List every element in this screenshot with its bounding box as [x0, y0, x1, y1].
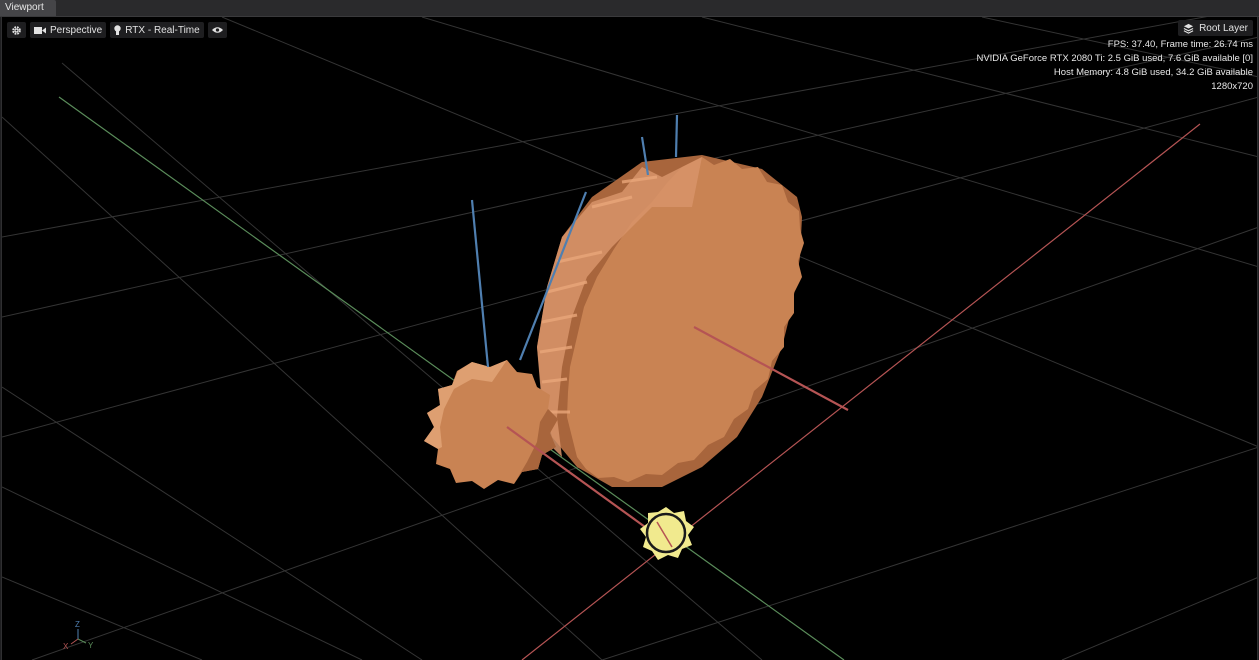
tab-bar: Viewport	[0, 0, 1259, 17]
fps-readout: FPS: 37.40, Frame time: 26.74 ms	[1107, 39, 1253, 50]
layers-icon	[1183, 23, 1194, 34]
root-layer-label: Root Layer	[1199, 22, 1248, 34]
renderer-button[interactable]: RTX - Real-Time	[110, 22, 204, 38]
tab-viewport[interactable]: Viewport	[0, 0, 56, 16]
scene-render: Z X Y	[2, 17, 1257, 660]
axis-orientation-gizmo: Z X Y	[63, 620, 94, 651]
camera-label: Perspective	[50, 24, 103, 36]
renderer-label: RTX - Real-Time	[125, 24, 200, 36]
root-layer-button[interactable]: Root Layer	[1178, 20, 1253, 36]
viewport-toolbar: Perspective RTX - Real-Time	[7, 22, 227, 38]
render-stats: FPS: 37.40, Frame time: 26.74 ms NVIDIA …	[976, 38, 1253, 94]
axis-label-z: Z	[75, 620, 80, 629]
light-gizmo-icon	[640, 507, 694, 560]
large-gear	[537, 155, 804, 487]
small-gear	[424, 360, 558, 489]
axis-label-y: Y	[88, 641, 94, 650]
axis-label-x: X	[63, 642, 69, 651]
gear-icon	[12, 25, 21, 35]
lightbulb-icon	[114, 24, 121, 35]
settings-button[interactable]	[7, 22, 26, 38]
gpu-memory-readout: NVIDIA GeForce RTX 2080 Ti: 2.5 GiB used…	[976, 53, 1253, 64]
host-memory-readout: Host Memory: 4.8 GiB used, 34.2 GiB avai…	[1053, 67, 1253, 78]
visibility-button[interactable]	[207, 22, 227, 38]
video-camera-icon	[34, 26, 46, 34]
eye-icon	[211, 27, 223, 33]
resolution-readout: 1280x720	[1211, 81, 1253, 92]
viewport-canvas[interactable]: Z X Y Perspective RTX - Real-Time Root L…	[1, 17, 1258, 660]
camera-button[interactable]: Perspective	[30, 22, 107, 38]
